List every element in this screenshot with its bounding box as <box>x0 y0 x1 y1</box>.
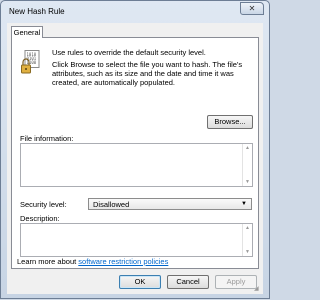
description-scrollbar[interactable]: ▲ ▼ <box>242 224 252 256</box>
close-icon: ✕ <box>248 4 256 13</box>
binary-file-lock-icon: 1010 0101 1100 <box>21 50 40 74</box>
svg-text:1100: 1100 <box>27 60 37 65</box>
scroll-up-icon: ▲ <box>245 225 250 231</box>
security-level-label: Security level: <box>20 200 67 209</box>
learn-more-prefix: Learn more about <box>17 257 79 266</box>
tab-general[interactable]: General <box>11 26 43 38</box>
scroll-up-icon: ▲ <box>245 145 250 151</box>
window-title: New Hash Rule <box>9 7 65 16</box>
close-button[interactable]: ✕ <box>240 2 264 15</box>
intro-line-2: Click Browse to select the file you want… <box>52 60 243 87</box>
file-info-textbox[interactable]: ▲ ▼ <box>20 143 253 187</box>
security-level-value: Disallowed <box>93 200 130 209</box>
learn-more-line: Learn more about software restriction po… <box>17 257 168 266</box>
browse-button[interactable]: Browse... <box>207 115 253 129</box>
file-info-label: File information: <box>20 134 74 143</box>
ok-button[interactable]: OK <box>119 275 161 289</box>
apply-button[interactable]: Apply <box>215 275 257 289</box>
intro-line-1: Use rules to override the default securi… <box>52 48 206 57</box>
security-level-select[interactable]: Disallowed ▼ <box>88 198 252 210</box>
dialog-client-area: General 1010 0101 1100 Use rules to over… <box>7 23 263 294</box>
file-info-scrollbar[interactable]: ▲ ▼ <box>242 144 252 186</box>
description-textbox[interactable]: ▲ ▼ <box>20 223 253 257</box>
intro-text: Use rules to override the default securi… <box>52 48 252 90</box>
dialog-window: New Hash Rule ✕ General 1010 0101 1100 U… <box>0 0 270 299</box>
chevron-down-icon: ▼ <box>241 201 247 207</box>
scroll-down-icon: ▼ <box>245 179 250 185</box>
cancel-button[interactable]: Cancel <box>167 275 209 289</box>
resize-grip-icon[interactable]: ◢ <box>254 285 262 293</box>
software-restriction-policies-link[interactable]: software restriction policies <box>78 257 168 266</box>
general-tab-panel: 1010 0101 1100 Use rules to override the… <box>11 37 259 269</box>
description-label: Description: <box>20 214 60 223</box>
scroll-down-icon: ▼ <box>245 249 250 255</box>
